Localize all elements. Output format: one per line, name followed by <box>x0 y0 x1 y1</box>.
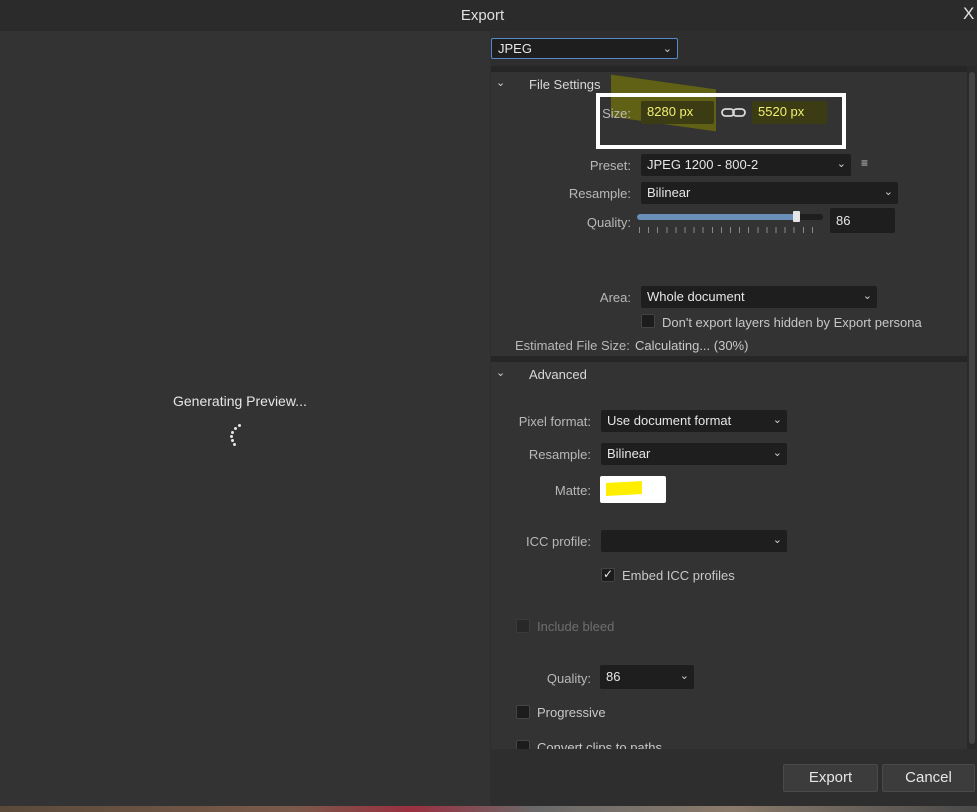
quality-value: 86 <box>836 213 851 228</box>
matte-label: Matte: <box>554 483 591 498</box>
chevron-down-icon: ⌄ <box>883 186 893 198</box>
quality-slider-track[interactable] <box>637 211 823 222</box>
advanced-resample-select[interactable]: Bilinear ⌄ <box>601 443 787 465</box>
advanced-quality-label: Quality: <box>546 671 591 686</box>
preview-area: Generating Preview... <box>0 31 490 806</box>
chevron-down-icon: ⌄ <box>772 447 782 459</box>
include-bleed-checkbox[interactable] <box>516 619 530 633</box>
loading-spinner-icon <box>226 424 246 448</box>
background-image-strip <box>0 806 977 812</box>
advanced-header[interactable]: ⌄ Advanced <box>491 362 967 386</box>
chevron-down-icon: ⌄ <box>772 534 782 546</box>
chevron-down-icon: ⌄ <box>772 414 782 426</box>
preset-select[interactable]: JPEG 1200 - 800-2 ⌄ <box>641 154 851 176</box>
cancel-button[interactable]: Cancel <box>882 764 975 792</box>
chevron-down-icon: ⌄ <box>496 77 506 89</box>
pixel-format-label: Pixel format: <box>518 414 591 429</box>
title-bar: Export X <box>0 0 977 31</box>
file-settings-title: File Settings <box>529 77 601 92</box>
quality-slider-thumb[interactable] <box>793 211 800 222</box>
settings-panel: ⌄ File Settings Size: 8280 px 5520 px Pr… <box>491 66 967 749</box>
area-value: Whole document <box>647 289 745 304</box>
advanced-title: Advanced <box>529 367 587 382</box>
export-button[interactable]: Export <box>783 764 878 792</box>
area-select[interactable]: Whole document ⌄ <box>641 286 877 308</box>
generating-preview-text: Generating Preview... <box>173 393 307 409</box>
convert-clips-checkbox[interactable] <box>516 740 530 749</box>
preset-label: Preset: <box>589 158 631 173</box>
format-select[interactable]: JPEG ⌄ <box>491 38 678 59</box>
icc-profile-select[interactable]: ⌄ <box>601 530 787 552</box>
dont-export-hidden-checkbox[interactable] <box>641 314 655 328</box>
embed-icc-label: Embed ICC profiles <box>622 568 735 583</box>
resample-value: Bilinear <box>647 185 691 200</box>
advanced-resample-label: Resample: <box>528 447 591 462</box>
chevron-down-icon: ⌄ <box>836 158 846 170</box>
matte-swatch[interactable] <box>600 476 666 503</box>
window-title: Export <box>460 7 505 24</box>
icc-profile-label: ICC profile: <box>525 534 591 549</box>
chevron-down-icon: ⌄ <box>662 43 672 55</box>
panel-scrollbar[interactable] <box>967 66 977 749</box>
include-bleed-label: Include bleed <box>537 619 615 634</box>
chevron-down-icon: ⌄ <box>862 290 872 302</box>
quality-input[interactable]: 86 <box>830 208 895 233</box>
annotation-rectangle <box>596 93 846 149</box>
advanced-resample-value: Bilinear <box>607 446 651 461</box>
resample-label: Resample: <box>568 186 631 201</box>
quality-slider-fill <box>637 214 797 220</box>
preset-value: JPEG 1200 - 800-2 <box>647 157 759 172</box>
preset-menu-icon[interactable]: ≡ <box>861 157 871 169</box>
area-label: Area: <box>599 290 631 305</box>
estimated-size-label: Estimated File Size: <box>515 338 630 353</box>
progressive-checkbox[interactable] <box>516 705 530 719</box>
progressive-label: Progressive <box>537 705 606 720</box>
quality-label: Quality: <box>586 215 631 230</box>
chevron-down-icon: ⌄ <box>679 670 689 682</box>
advanced-quality-value: 86 <box>606 669 621 684</box>
estimated-size-value: Calculating... (30%) <box>635 338 749 353</box>
embed-icc-checkbox[interactable] <box>601 567 615 582</box>
scrollbar-thumb[interactable] <box>969 72 975 744</box>
highlight-mark <box>606 481 642 496</box>
convert-clips-label: Convert clips to paths <box>537 740 663 749</box>
resample-select[interactable]: Bilinear ⌄ <box>641 182 898 204</box>
quality-slider-ticks <box>639 227 821 233</box>
dont-export-hidden-label: Don't export layers hidden by Export per… <box>662 315 922 330</box>
advanced-quality-select[interactable]: 86 ⌄ <box>600 665 694 689</box>
chevron-down-icon: ⌄ <box>496 367 506 379</box>
pixel-format-value: Use document format <box>607 413 732 428</box>
pixel-format-select[interactable]: Use document format ⌄ <box>601 410 787 432</box>
close-icon[interactable]: X <box>963 4 977 24</box>
format-value: JPEG <box>498 41 532 56</box>
